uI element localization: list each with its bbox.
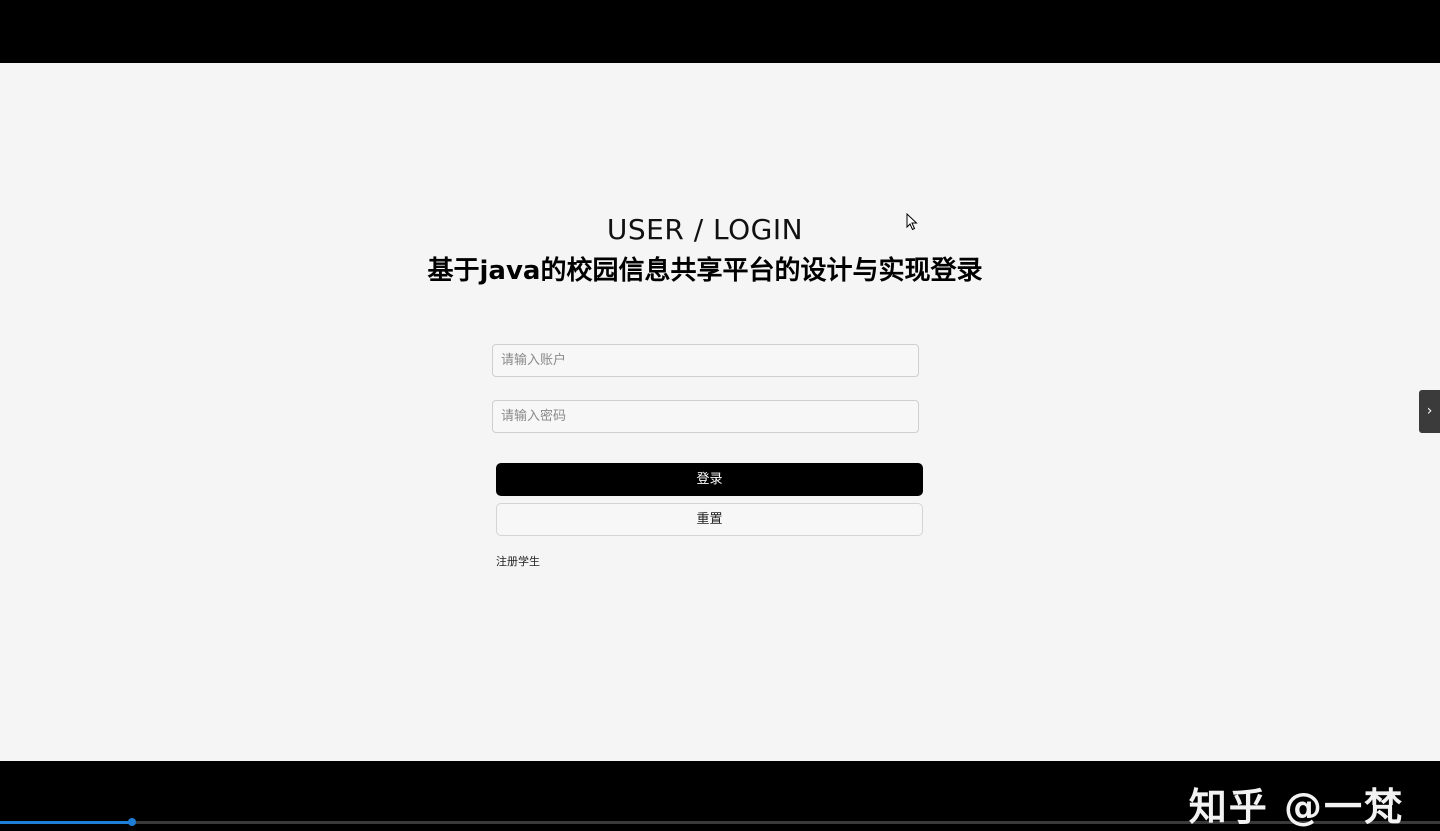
video-progress-handle[interactable] xyxy=(128,818,137,826)
chevron-right-icon: › xyxy=(1426,403,1433,419)
page-viewport: USER / LOGIN 基于java的校园信息共享平台的设计与实现登录 登录 … xyxy=(0,63,1440,761)
login-heading: USER / LOGIN xyxy=(606,213,804,246)
login-button[interactable]: 登录 xyxy=(496,463,923,496)
password-input[interactable] xyxy=(492,400,919,433)
account-input[interactable] xyxy=(492,344,919,377)
register-student-link[interactable]: 注册学生 xyxy=(496,553,540,569)
app-title: 基于java的校园信息共享平台的设计与实现登录 xyxy=(427,256,983,286)
mouse-pointer-icon xyxy=(906,213,918,231)
side-panel-toggle[interactable]: › xyxy=(1419,390,1440,433)
watermark: 知乎 @一梵 xyxy=(1188,785,1404,829)
video-top-letterbox xyxy=(0,0,1440,63)
reset-button[interactable]: 重置 xyxy=(496,503,923,536)
